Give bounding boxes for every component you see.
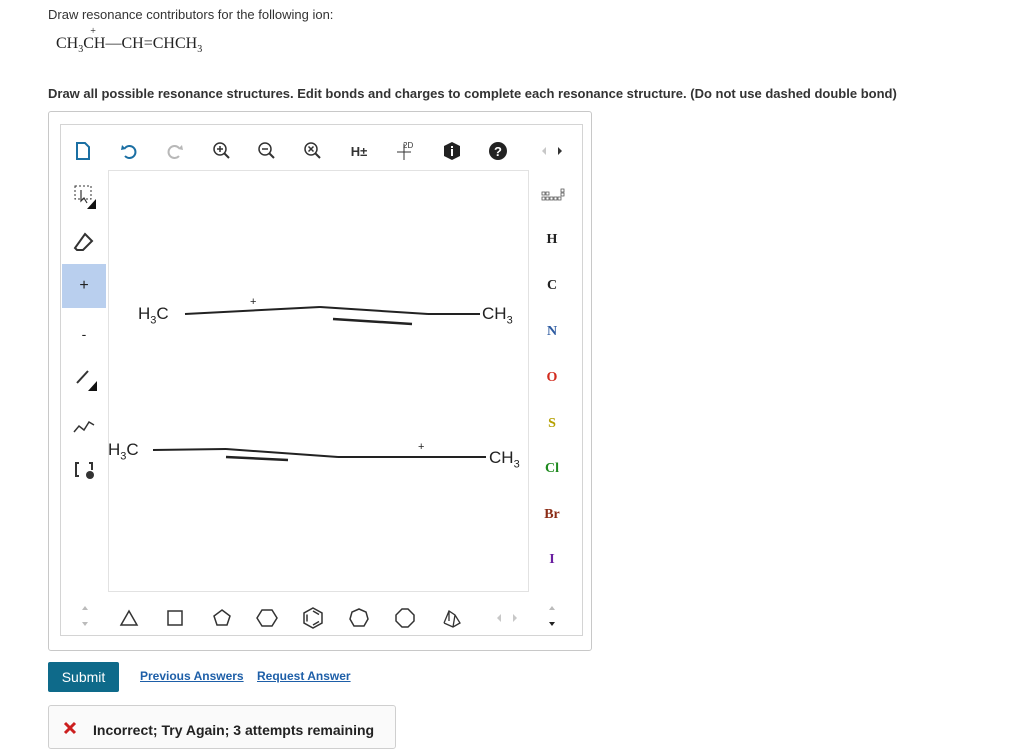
structure-2-ch3-label: CH3: [489, 448, 520, 471]
element-h[interactable]: H: [537, 232, 567, 248]
structure-1-double-bond-line: [332, 317, 413, 326]
left-scroll-arrows[interactable]: [80, 602, 90, 630]
zoom-out-icon[interactable]: [252, 137, 282, 165]
structure-2-double-bond-line: [225, 455, 289, 462]
structure-1-h3c-label: H3C: [138, 304, 169, 327]
formula-charge: +: [90, 26, 96, 37]
feedback-box: Incorrect; Try Again; 3 attempts remaini…: [48, 705, 396, 749]
element-n[interactable]: N: [537, 324, 567, 340]
element-o[interactable]: O: [537, 370, 567, 386]
more-arrows-icon[interactable]: [537, 137, 567, 165]
previous-answers-link[interactable]: Previous Answers: [140, 669, 244, 683]
octagon-template-icon[interactable]: [390, 604, 420, 632]
element-s[interactable]: S: [537, 416, 567, 432]
new-document-icon[interactable]: [68, 137, 98, 165]
structure-2-bond-2: [225, 448, 339, 458]
chain-icon[interactable]: [62, 408, 106, 444]
hexagon-template-icon[interactable]: [252, 604, 282, 632]
undo-icon[interactable]: [114, 137, 144, 165]
structure-1-charge: +: [250, 296, 257, 308]
element-cl[interactable]: Cl: [537, 461, 567, 477]
structure-1-ch3-label: CH3: [482, 304, 513, 327]
ion-formula: CH3CH + —CH=CHCH3: [56, 26, 203, 56]
bracket-icon[interactable]: [62, 452, 106, 488]
selection-lasso-icon[interactable]: [62, 178, 106, 214]
triangle-template-icon[interactable]: [114, 604, 144, 632]
redo-icon[interactable]: [160, 137, 190, 165]
pentagon-template-icon[interactable]: [207, 604, 237, 632]
heptagon-template-icon[interactable]: [344, 604, 374, 632]
chair-template-icon[interactable]: [437, 604, 467, 632]
zoom-reset-icon[interactable]: [298, 137, 328, 165]
question-prompt: Draw resonance contributors for the foll…: [48, 7, 334, 22]
structure-1-bond-1: [184, 306, 321, 315]
svg-text:?: ?: [494, 144, 502, 159]
negative-charge-icon[interactable]: -: [62, 316, 106, 352]
single-bond-icon[interactable]: [62, 360, 106, 396]
positive-charge-icon[interactable]: +: [62, 264, 106, 308]
feedback-text: Incorrect; Try Again; 3 attempts remaini…: [93, 722, 375, 738]
eraser-icon[interactable]: [62, 224, 106, 260]
help-icon[interactable]: ?: [483, 137, 513, 165]
2d-clean-icon[interactable]: 2D: [390, 137, 420, 165]
periodic-table-icon[interactable]: [541, 188, 565, 207]
zoom-in-icon[interactable]: [207, 137, 237, 165]
benzene-template-icon[interactable]: [298, 604, 328, 632]
square-template-icon[interactable]: [160, 604, 190, 632]
submit-button[interactable]: Submit: [48, 662, 119, 692]
structure-2-bond-1: [152, 448, 227, 451]
element-br[interactable]: Br: [537, 507, 567, 523]
x-mark-icon: [63, 721, 77, 735]
template-scroll-arrows[interactable]: [492, 604, 522, 632]
request-answer-link[interactable]: Request Answer: [257, 669, 351, 683]
structure-2-h3c-label: H3C: [108, 440, 139, 463]
structure-2-charge: +: [418, 441, 425, 453]
canvas-bonds: [152, 306, 486, 462]
right-scroll-arrows[interactable]: [547, 602, 557, 635]
info-icon[interactable]: [437, 137, 467, 165]
instruction-text: Draw all possible resonance structures. …: [48, 86, 897, 101]
hydrogen-toggle-icon[interactable]: H±: [344, 137, 374, 165]
element-i[interactable]: I: [537, 552, 567, 568]
svg-text:2D: 2D: [403, 141, 413, 150]
element-c[interactable]: C: [537, 278, 567, 294]
structure-1-bond-2: [319, 306, 429, 315]
